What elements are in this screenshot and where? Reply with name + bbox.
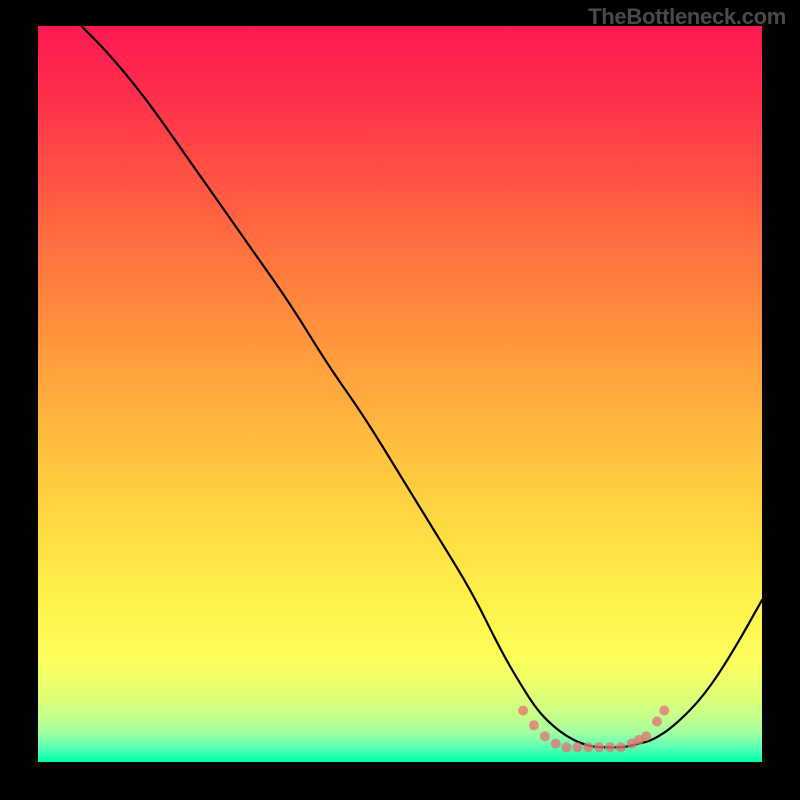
highlight-dot [551, 739, 561, 749]
highlight-dot [562, 742, 572, 752]
highlight-dot [518, 706, 528, 716]
highlight-dot [572, 742, 582, 752]
bottleneck-curve [81, 26, 762, 747]
highlight-dot [594, 742, 604, 752]
chart-area [38, 26, 762, 762]
highlight-dot [605, 742, 615, 752]
highlight-dot [652, 717, 662, 727]
highlight-dot [641, 731, 651, 741]
highlight-dot [540, 731, 550, 741]
curve-layer [38, 26, 762, 762]
watermark-text: TheBottleneck.com [588, 4, 786, 30]
highlight-dot [659, 706, 669, 716]
highlight-dot [616, 742, 626, 752]
highlight-dot [583, 742, 593, 752]
highlight-dot [529, 720, 539, 730]
